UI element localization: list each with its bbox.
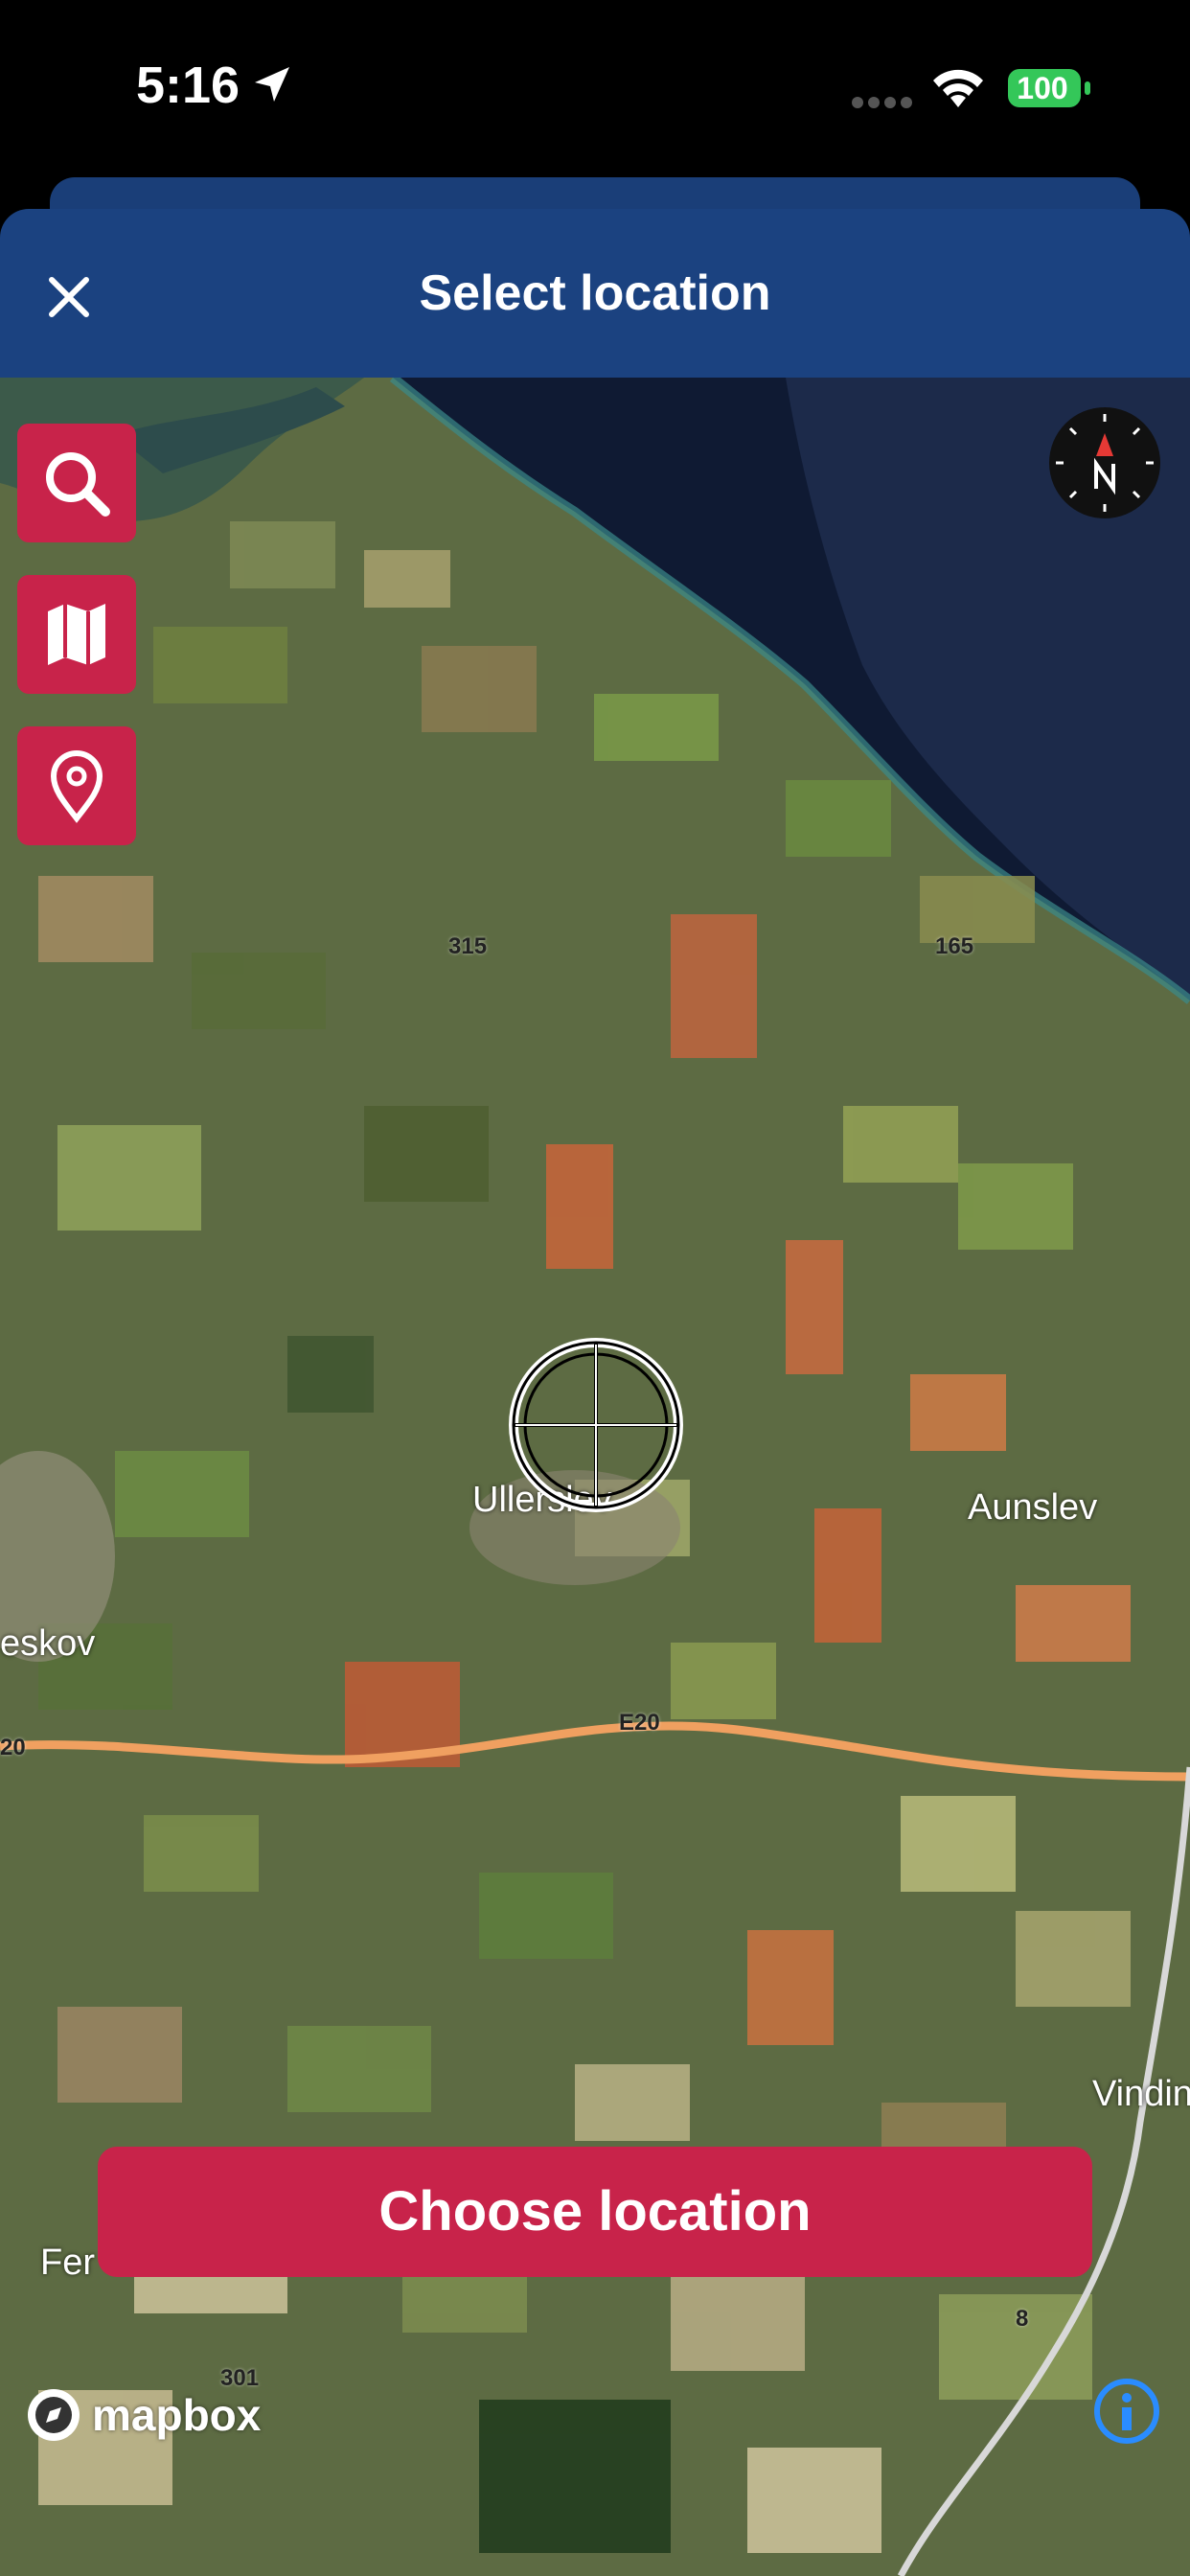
map-layers-button[interactable] [17, 575, 136, 694]
road-number-e20: E20 [619, 1710, 660, 1736]
modal-header: Select location [0, 209, 1190, 378]
my-location-button[interactable] [17, 726, 136, 845]
search-icon [46, 452, 110, 517]
road-number-e20-left: 20 [0, 1735, 26, 1760]
info-icon[interactable] [1092, 2377, 1161, 2446]
status-bar: 5:16 100 [0, 0, 1190, 172]
page-title: Select location [419, 265, 771, 321]
choose-location-button[interactable]: Choose location [98, 2147, 1092, 2277]
compass-icon[interactable] [1048, 406, 1161, 519]
location-pin-icon [50, 750, 103, 823]
map-label-fer: Fer [40, 2242, 95, 2283]
map-label-eskov: eskov [0, 1623, 96, 1664]
search-button[interactable] [17, 424, 136, 542]
battery-level: 100 [1017, 71, 1068, 105]
status-time: 5:16 [136, 57, 240, 114]
crosshair-icon [509, 1338, 683, 1512]
map-icon [48, 604, 105, 665]
mapbox-attribution[interactable]: mapbox [25, 2384, 261, 2446]
road-number-8: 8 [1016, 2306, 1029, 2332]
mapbox-logo-icon [28, 2389, 80, 2441]
screen: 5:16 100 Select location 315 165 20 E20 … [0, 0, 1190, 2576]
map-label-vindin: Vindin [1092, 2074, 1190, 2114]
wifi-icon [933, 69, 983, 107]
map-label-aunslev: Aunslev [968, 1487, 1098, 1528]
cellular-signal-icon [852, 97, 912, 108]
road-number-315: 315 [448, 933, 488, 959]
road-number-165: 165 [935, 933, 974, 959]
mapbox-wordmark: mapbox [92, 2390, 262, 2440]
close-icon[interactable] [38, 266, 100, 328]
location-arrow-icon [255, 67, 289, 102]
